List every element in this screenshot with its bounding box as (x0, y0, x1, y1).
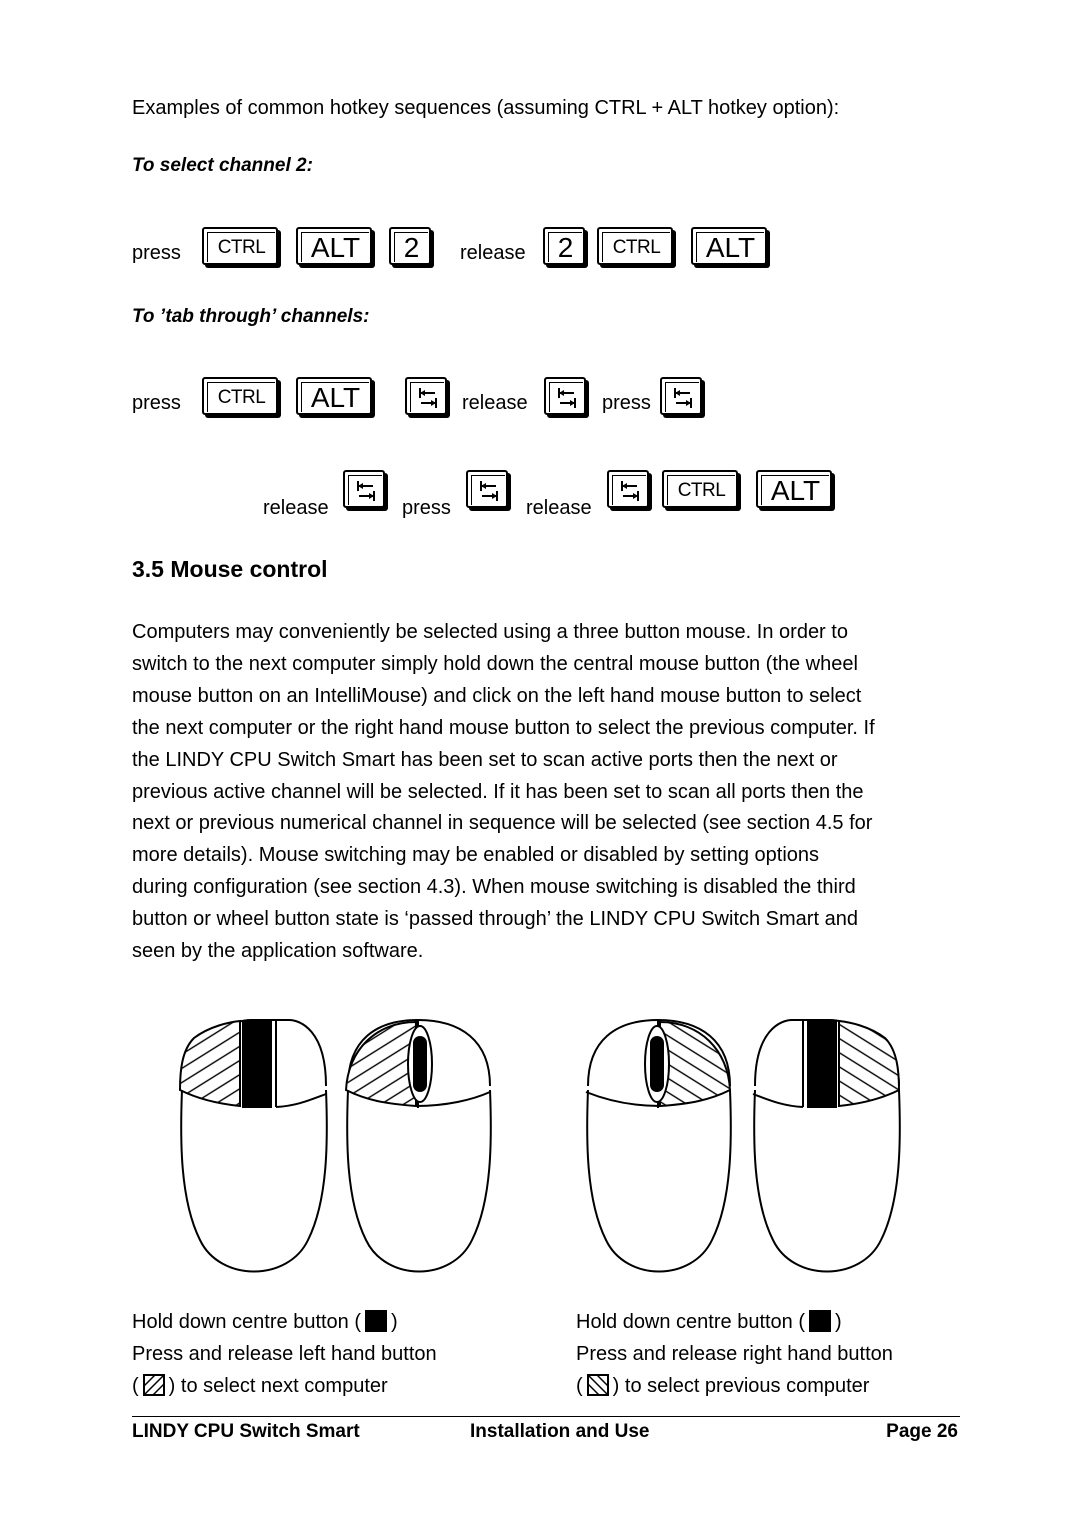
caption-text: ( (576, 1375, 583, 1397)
paragraph-line: the next computer or the right hand mous… (132, 716, 875, 739)
key-tab (544, 377, 586, 415)
footer-divider (132, 1416, 960, 1417)
right-hatch-swatch-icon (586, 1374, 609, 1396)
left-hatch-swatch-icon (142, 1374, 165, 1396)
paragraph-line: the LINDY CPU Switch Smart has been set … (132, 748, 838, 771)
seq-word-press: press (132, 242, 181, 264)
key-label: CTRL (217, 386, 266, 408)
key-ctrl: CTRL (662, 470, 738, 508)
key-alt: ALT (296, 377, 372, 415)
seq-word-release: release (526, 497, 592, 519)
seq-word-release: release (263, 497, 329, 519)
key-tab (405, 377, 447, 415)
key-tab (466, 470, 508, 508)
mouse-wheel-right-hatched-icon (585, 1018, 732, 1273)
caption-text: ) (835, 1311, 842, 1333)
paragraph-line: more details). Mouse switching may be en… (132, 844, 820, 867)
key-label: CTRL (612, 236, 661, 258)
footer-manual-title: Installation and Use (470, 1421, 650, 1442)
caption-text: ( (132, 1375, 139, 1397)
paragraph-line: seen by the application software. (132, 940, 424, 963)
caption-text: Press and release right hand button (576, 1343, 893, 1365)
caption-text: Press and release left hand button (132, 1343, 437, 1365)
mouse-three-button-right-hatched-icon (752, 1019, 901, 1273)
seq-word-press: press (402, 497, 451, 519)
key-ctrl: CTRL (202, 377, 278, 415)
tab-key-icon (418, 387, 437, 408)
paragraph-line: switch to the next computer simply hold … (132, 652, 858, 675)
key-tab (660, 377, 702, 415)
key-alt: ALT (691, 227, 767, 265)
key-alt: ALT (756, 470, 832, 508)
paragraph-line: button or wheel button state is ‘passed … (132, 908, 858, 931)
key-label: 2 (557, 231, 574, 263)
example1-heading: To select channel 2: (132, 155, 313, 176)
seq-word-press: press (132, 392, 181, 414)
caption-left: Hold down centre button () Press and rel… (132, 1306, 437, 1402)
section-paragraph: Computers may conveniently be selected u… (132, 617, 962, 968)
tab-key-icon (620, 480, 639, 501)
paragraph-line: during configuration (see section 4.3). … (132, 876, 856, 899)
key-tab (343, 470, 385, 508)
mouse-three-button-left-hatched-icon (178, 1019, 328, 1273)
centre-button-swatch-icon (365, 1310, 388, 1332)
caption-text: ) to select previous computer (612, 1375, 870, 1397)
example2-heading: To ’tab through’ channels: (132, 306, 370, 327)
section-heading: 3.5 Mouse control (132, 556, 328, 582)
seq-word-release: release (460, 242, 526, 264)
caption-text: Hold down centre button ( (576, 1311, 806, 1333)
tab-key-icon (673, 387, 692, 408)
key-label: ALT (310, 231, 361, 263)
tab-key-icon (356, 480, 375, 501)
caption-text: ) (391, 1311, 398, 1333)
key-label: 2 (403, 231, 420, 263)
seq-word-press: press (602, 392, 651, 414)
key-tab (607, 470, 649, 508)
paragraph-line: next or previous numerical channel in se… (132, 812, 873, 835)
mouse-figures (178, 1018, 901, 1273)
caption-text: Hold down centre button ( (132, 1311, 362, 1333)
seq-word-release: release (462, 392, 528, 414)
footer-page-number: Page 26 (886, 1421, 958, 1442)
tab-key-icon (479, 480, 498, 501)
paragraph-line: previous active channel will be selected… (132, 780, 864, 803)
mouse-wheel-left-hatched-icon (344, 1018, 492, 1273)
key-alt: ALT (296, 227, 372, 265)
key-label: ALT (310, 381, 361, 413)
key-label: CTRL (677, 479, 726, 501)
paragraph-line: Computers may conveniently be selected u… (132, 621, 848, 643)
key-2: 2 (543, 227, 585, 265)
caption-right: Hold down centre button () Press and rel… (576, 1306, 893, 1402)
caption-text: ) to select next computer (168, 1375, 388, 1397)
centre-button-swatch-icon (809, 1310, 832, 1332)
key-label: CTRL (217, 236, 266, 258)
intro-text: Examples of common hotkey sequences (ass… (132, 97, 840, 119)
key-ctrl: CTRL (597, 227, 673, 265)
key-label: ALT (770, 474, 821, 506)
tab-key-icon (557, 387, 576, 408)
paragraph-line: mouse button on an IntelliMouse) and cli… (132, 684, 862, 707)
footer-product: LINDY CPU Switch Smart (132, 1421, 360, 1442)
key-label: ALT (705, 231, 756, 263)
key-ctrl: CTRL (202, 227, 278, 265)
key-2: 2 (389, 227, 431, 265)
